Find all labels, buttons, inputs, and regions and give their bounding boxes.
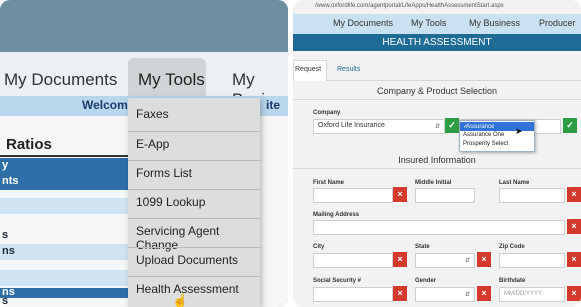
menu-item-e-app[interactable]: E-App	[128, 131, 260, 156]
page-title: HEALTH ASSESSMENT	[382, 37, 492, 48]
ssn-field[interactable]	[313, 287, 393, 302]
error-x-icon: ×	[393, 252, 407, 267]
address-bar-url: /www.oxfordlife.com/agentportal/LifeApps…	[315, 3, 504, 9]
menu-item-servicing-agent-change[interactable]: Servicing Agent Change	[128, 218, 260, 252]
menu-item-forms-list[interactable]: Forms List	[128, 160, 260, 185]
menu-item-health-assessment[interactable]: Health Assessment	[128, 276, 260, 301]
state-label: State	[415, 244, 430, 250]
menu-item-upload-documents[interactable]: Upload Documents	[128, 247, 260, 272]
section-heading-company: Company & Product Selection	[376, 86, 498, 96]
nav-my-tools-label: My Tools	[138, 70, 205, 89]
city-label: City	[313, 244, 325, 250]
birthdate-label: Birthdate	[499, 278, 526, 284]
zip-code-label: Zip Code	[499, 244, 525, 250]
zip-code-field[interactable]	[499, 253, 565, 268]
company-select[interactable]: Oxford Life Insurance ⇵	[313, 119, 445, 134]
checkmark-icon: ✓	[445, 118, 459, 133]
section-heading: Ratios	[6, 136, 52, 153]
list-item: ns	[0, 244, 128, 260]
nav-producer[interactable]: Producer	[539, 18, 576, 28]
nav-my-documents[interactable]: My Documents	[333, 18, 393, 28]
my-tools-dropdown-menu: Faxes E-App Forms List 1099 Lookup Servi…	[128, 98, 260, 307]
first-name-field[interactable]	[313, 188, 393, 203]
error-x-icon: ×	[567, 286, 581, 301]
section-heading-insured: Insured Information	[398, 155, 476, 165]
state-select[interactable]: ⇵	[415, 253, 475, 268]
last-name-label: Last Name	[499, 180, 530, 186]
last-name-field[interactable]	[499, 188, 565, 203]
birthdate-placeholder: MM/DD/YYYY	[504, 291, 543, 297]
error-x-icon: ×	[567, 252, 581, 267]
page-title-bar: HEALTH ASSESSMENT	[293, 34, 581, 51]
select-caret-icon: ⇵	[464, 292, 470, 298]
welcome-text-right: ite	[266, 98, 281, 112]
first-name-label: First Name	[313, 180, 345, 186]
product-option[interactable]: Prosperity Select	[460, 140, 534, 149]
mailing-address-label: Mailing Address	[313, 212, 360, 218]
birthdate-field[interactable]: MM/DD/YYYY	[499, 287, 565, 302]
error-x-icon: ×	[567, 219, 581, 234]
checkmark-icon: ✓	[563, 118, 577, 133]
error-x-icon: ×	[477, 252, 491, 267]
mouse-pointer-icon: ➤	[515, 126, 523, 136]
company-select-value: Oxford Life Insurance	[318, 122, 385, 129]
middle-initial-label: Middle Initial	[415, 180, 452, 186]
tab-strip: Request Results	[293, 60, 581, 81]
tab-request-label: Request	[295, 66, 322, 73]
error-x-icon: ×	[393, 286, 407, 301]
product-dropdown-list: ✓ Assurance Assurance One Prosperity Sel…	[459, 120, 535, 152]
divider	[293, 99, 581, 100]
nav-my-tools[interactable]: My Tools	[411, 18, 446, 28]
error-x-icon: ×	[393, 187, 407, 202]
list-item	[0, 270, 128, 286]
menu-item-faxes[interactable]: Faxes	[128, 102, 260, 126]
nav-my-tools[interactable]: My Tools	[128, 58, 206, 98]
list-item: nts	[0, 174, 128, 190]
menu-photo: My Documents My Busin My Tools Welcome i…	[0, 0, 288, 307]
error-x-icon: ×	[477, 286, 491, 301]
city-field[interactable]	[313, 253, 393, 268]
list-item: s	[0, 295, 128, 307]
top-nav-bar: My Documents My Tools My Business Produc…	[293, 14, 581, 34]
hand-cursor-icon: ☝	[172, 293, 189, 307]
gender-select[interactable]: ⇵	[415, 287, 475, 302]
nav-my-business[interactable]: My Business	[469, 18, 520, 28]
nav-my-documents[interactable]: My Documents	[4, 70, 117, 90]
menu-item-1099-lookup[interactable]: 1099 Lookup	[128, 189, 260, 214]
divider	[293, 168, 581, 169]
middle-initial-field[interactable]	[415, 188, 475, 203]
heading-divider	[0, 155, 128, 157]
error-x-icon: ×	[567, 187, 581, 202]
welcome-text: Welcome	[82, 98, 135, 112]
mailing-address-field[interactable]	[313, 220, 565, 235]
tab-results[interactable]: Results	[337, 66, 360, 73]
select-caret-icon: ⇵	[464, 258, 470, 264]
ssn-label: Social Security #	[313, 278, 362, 284]
select-caret-icon: ⇵	[434, 124, 440, 130]
company-label: Company	[313, 110, 341, 116]
list-item: y	[0, 158, 128, 174]
health-assessment-photo: /www.oxfordlife.com/agentportal/LifeApps…	[293, 0, 581, 307]
list-item	[0, 198, 128, 214]
list-item: ns	[0, 286, 128, 298]
list-item: s	[0, 228, 128, 244]
gender-label: Gender	[415, 278, 437, 284]
